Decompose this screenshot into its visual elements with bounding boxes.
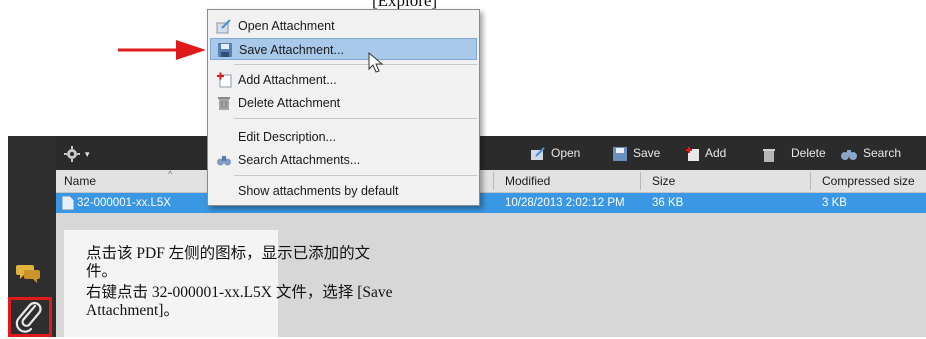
open-button[interactable]: Open [530, 136, 580, 170]
context-menu: Open Attachment Save Attachment... Add A… [207, 9, 480, 206]
table-header: Name ^ Modified Size Compressed size [56, 169, 926, 193]
menu-item-open-attachment[interactable]: Open Attachment [210, 15, 477, 37]
menu-item-label: Delete Attachment [238, 96, 341, 110]
save-label: Save [633, 146, 661, 160]
menu-separator [234, 175, 477, 176]
gear-icon [64, 145, 80, 162]
menu-item-search-attachments[interactable]: Search Attachments... [210, 149, 477, 171]
column-divider[interactable] [493, 172, 494, 190]
menu-separator [234, 118, 477, 119]
compressed-size-cell: 3 KB [822, 197, 847, 209]
menu-separator [234, 64, 477, 65]
delete-label: Delete [791, 146, 826, 160]
comments-icon[interactable] [16, 262, 42, 284]
search-binoculars-icon [841, 149, 857, 160]
save-attachment-icon [613, 146, 627, 161]
paperclip-icon [15, 301, 42, 333]
modified-cell: 10/28/2013 2:02:12 PM [505, 197, 625, 209]
chevron-down-icon: ▾ [85, 149, 90, 159]
mouse-cursor-icon [368, 52, 384, 73]
menu-item-label: Search Attachments... [238, 153, 361, 167]
add-attachment-icon [686, 146, 699, 161]
open-attachment-icon [216, 19, 231, 34]
column-divider[interactable] [810, 172, 811, 190]
menu-item-label: Show attachments by default [238, 184, 399, 198]
save-attachment-icon [218, 43, 232, 57]
delete-button[interactable]: Delete [760, 136, 826, 170]
menu-item-label: Save Attachment... [239, 43, 344, 57]
column-header-size[interactable]: Size [652, 170, 675, 192]
menu-item-label: Add Attachment... [238, 73, 337, 87]
column-header-name[interactable]: Name [64, 170, 96, 192]
attachments-panel-button[interactable] [8, 297, 52, 337]
save-button[interactable]: Save [612, 136, 660, 170]
options-menu-button[interactable]: ▾ [64, 136, 90, 170]
file-name-cell: 32-000001-xx.L5X [77, 197, 171, 209]
instruction-line-4: Attachment]。 [86, 302, 179, 319]
instruction-line-1: 点击该 PDF 左侧的图标，显示已添加的文 [86, 245, 371, 262]
search-binoculars-icon [217, 156, 231, 166]
column-divider[interactable] [640, 172, 641, 190]
instruction-line-2: 件。 [86, 263, 118, 280]
table-row[interactable]: 32-000001-xx.L5X 10/28/2013 2:02:12 PM 3… [56, 193, 926, 213]
menu-item-label: Edit Description... [238, 130, 336, 144]
trash-icon [218, 97, 230, 110]
attachments-toolbar: ▾ Open Save Add Delete Search [56, 136, 926, 170]
size-cell: 36 KB [652, 197, 684, 209]
trash-icon [763, 148, 775, 162]
search-button[interactable]: Search [840, 136, 901, 170]
open-attachment-icon [531, 147, 545, 160]
menu-item-add-attachment[interactable]: Add Attachment... [210, 69, 477, 91]
file-icon [62, 196, 74, 210]
menu-item-label: Open Attachment [238, 19, 335, 33]
menu-item-show-attachments-by-default[interactable]: Show attachments by default [210, 180, 477, 202]
search-label: Search [863, 146, 902, 160]
add-button[interactable]: Add [684, 136, 726, 170]
column-header-modified[interactable]: Modified [505, 170, 550, 192]
red-pointer-arrow [118, 40, 206, 60]
open-label: Open [551, 146, 581, 160]
sort-ascending-icon: ^ [168, 169, 173, 179]
column-header-compressed-size[interactable]: Compressed size [822, 170, 915, 192]
instruction-line-3: 右键点击 32-000001-xx.L5X 文件，选择 [Save [86, 284, 393, 301]
menu-item-delete-attachment[interactable]: Delete Attachment [210, 92, 477, 114]
menu-item-save-attachment[interactable]: Save Attachment... [210, 38, 477, 60]
add-label: Add [705, 146, 727, 160]
add-attachment-icon [217, 72, 232, 88]
menu-item-edit-description[interactable]: Edit Description... [210, 126, 477, 148]
